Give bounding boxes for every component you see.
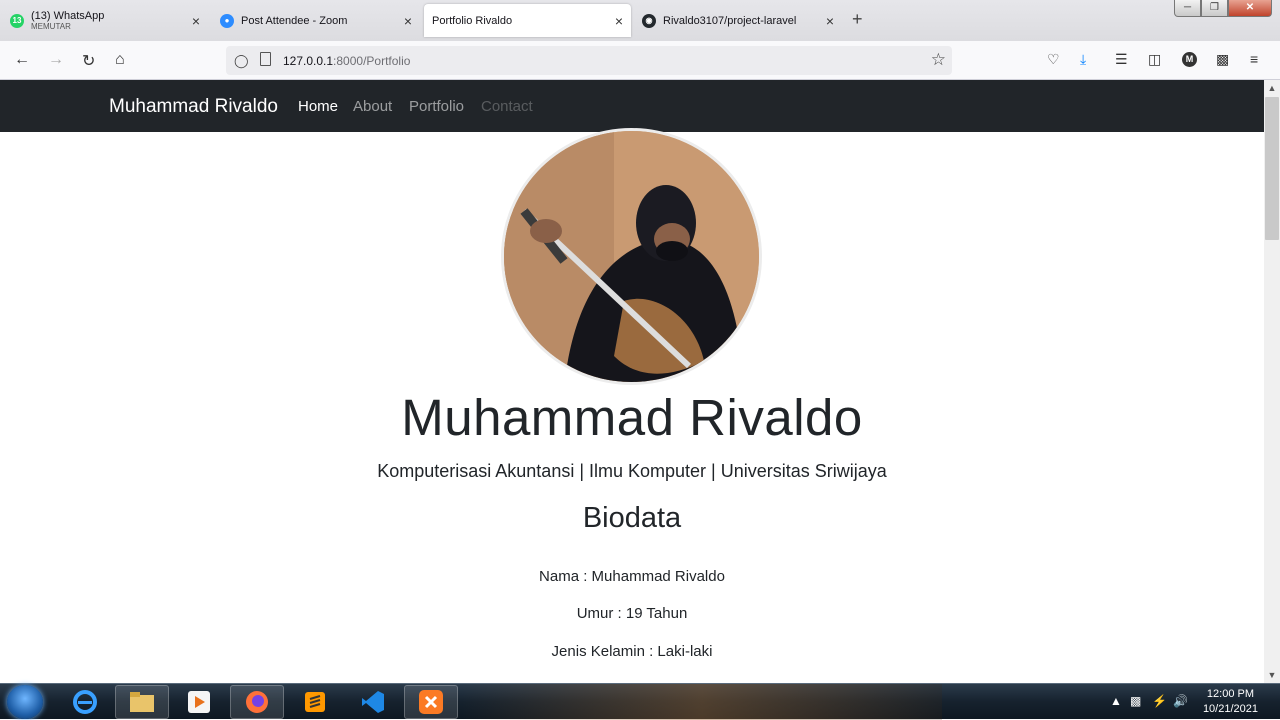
- scroll-thumb[interactable]: [1265, 97, 1279, 240]
- minimize-button[interactable]: ─: [1174, 0, 1201, 17]
- screenshot-icon[interactable]: ▩: [1216, 51, 1229, 68]
- bio-age: Umur : 19 Tahun: [576, 605, 688, 622]
- bio-name: Nama : Muhammad Rivaldo: [539, 568, 725, 585]
- nav-about[interactable]: About: [353, 98, 392, 115]
- power-icon[interactable]: ⚡: [1152, 694, 1167, 708]
- web-page: Muhammad Rivaldo Home About Portfolio Co…: [0, 80, 1264, 683]
- taskbar-wallpaper-strip: [462, 684, 942, 720]
- biodata-heading: Biodata: [582, 502, 682, 534]
- network-signal-icon[interactable]: ▩: [1130, 694, 1141, 708]
- address-bar[interactable]: ◯ 127.0.0.1:8000/Portfolio ☆: [226, 46, 952, 75]
- download-icon[interactable]: ⤓: [1080, 51, 1086, 68]
- tab-github[interactable]: ◉ Rivaldo3107/project-laravel ×: [634, 4, 842, 37]
- browser-toolbar: ← → ↻ ⌂ ◯ 127.0.0.1:8000/Portfolio ☆ ♡ ⤓…: [0, 41, 1280, 80]
- window-controls: ─ ❐ ✕: [1174, 0, 1272, 17]
- home-icon[interactable]: ⌂: [115, 51, 125, 69]
- bio-gender: Jenis Kelamin : Laki-laki: [551, 643, 713, 660]
- nav-home[interactable]: Home: [298, 98, 338, 115]
- tab-zoom[interactable]: ● Post Attendee - Zoom ×: [212, 4, 420, 37]
- tab-portfolio[interactable]: Portfolio Rivaldo ×: [424, 4, 631, 37]
- xampp-icon[interactable]: [404, 685, 458, 719]
- whatsapp-icon: 13: [10, 13, 24, 28]
- clock[interactable]: 12:00 PM 10/21/2021: [1203, 687, 1258, 717]
- vscode-icon[interactable]: [346, 685, 400, 719]
- firefox-icon[interactable]: [230, 685, 284, 719]
- tab-title: Post Attendee - Zoom: [241, 14, 348, 27]
- back-icon[interactable]: ←: [14, 51, 30, 69]
- nav-portfolio[interactable]: Portfolio: [409, 98, 464, 115]
- clock-time: 12:00 PM: [1206, 688, 1255, 700]
- bookmark-star-icon[interactable]: ☆: [931, 50, 946, 70]
- hero-name: Muhammad Rivaldo: [401, 389, 863, 446]
- internet-explorer-icon[interactable]: [58, 685, 112, 719]
- page-icon: [260, 52, 271, 66]
- pocket-icon[interactable]: ♡: [1047, 51, 1060, 68]
- github-icon: ◉: [642, 13, 656, 28]
- media-player-icon[interactable]: [172, 685, 226, 719]
- tab-title: Portfolio Rivaldo: [432, 14, 513, 27]
- account-avatar[interactable]: M: [1182, 52, 1197, 67]
- close-window-button[interactable]: ✕: [1228, 0, 1272, 17]
- forward-icon[interactable]: →: [48, 51, 64, 69]
- system-tray: ▲ ▩ ⚡ 🔊 12:00 PM 10/21/2021: [1080, 684, 1280, 720]
- sidebar-icon[interactable]: ◫: [1148, 51, 1161, 68]
- menu-icon[interactable]: ≡: [1250, 51, 1258, 67]
- profile-photo: [501, 128, 762, 385]
- url-text[interactable]: 127.0.0.1:8000/Portfolio: [283, 54, 410, 68]
- tab-whatsapp[interactable]: 13 (13) WhatsApp MEMUTAR ×: [2, 4, 208, 37]
- sublime-text-icon[interactable]: [288, 685, 342, 719]
- new-tab-button[interactable]: +: [852, 9, 863, 30]
- site-navbar: Muhammad Rivaldo Home About Portfolio Co…: [0, 80, 1264, 132]
- page-scrollbar[interactable]: ▲ ▼: [1264, 80, 1280, 683]
- site-brand[interactable]: Muhammad Rivaldo: [109, 96, 278, 118]
- close-tab-icon[interactable]: ×: [404, 13, 412, 29]
- scroll-up-icon[interactable]: ▲: [1264, 80, 1280, 96]
- library-icon[interactable]: ☰: [1115, 51, 1128, 68]
- hero-subtitle: Komputerisasi Akuntansi | Ilmu Komputer …: [377, 461, 887, 481]
- nav-contact[interactable]: Contact: [481, 98, 533, 115]
- close-tab-icon[interactable]: ×: [192, 13, 200, 29]
- tab-strip: 13 (13) WhatsApp MEMUTAR × ● Post Attend…: [0, 0, 1280, 41]
- close-tab-icon[interactable]: ×: [826, 13, 834, 29]
- shield-icon[interactable]: ◯: [234, 53, 249, 69]
- maximize-button[interactable]: ❐: [1201, 0, 1228, 17]
- start-button[interactable]: [7, 685, 43, 719]
- clock-date: 10/21/2021: [1202, 703, 1258, 715]
- taskbar: ▲ ▩ ⚡ 🔊 12:00 PM 10/21/2021: [0, 683, 1280, 720]
- tab-title: (13) WhatsApp: [31, 10, 105, 22]
- file-explorer-icon[interactable]: [115, 685, 169, 719]
- close-tab-icon[interactable]: ×: [615, 13, 623, 29]
- scroll-down-icon[interactable]: ▼: [1264, 667, 1280, 683]
- tab-subtitle: MEMUTAR: [31, 22, 71, 31]
- tab-title: Rivaldo3107/project-laravel: [663, 14, 797, 27]
- show-hidden-icons-icon[interactable]: ▲: [1110, 694, 1122, 708]
- zoom-icon: ●: [220, 13, 234, 28]
- reload-icon[interactable]: ↻: [82, 51, 95, 71]
- volume-icon[interactable]: 🔊: [1173, 694, 1188, 708]
